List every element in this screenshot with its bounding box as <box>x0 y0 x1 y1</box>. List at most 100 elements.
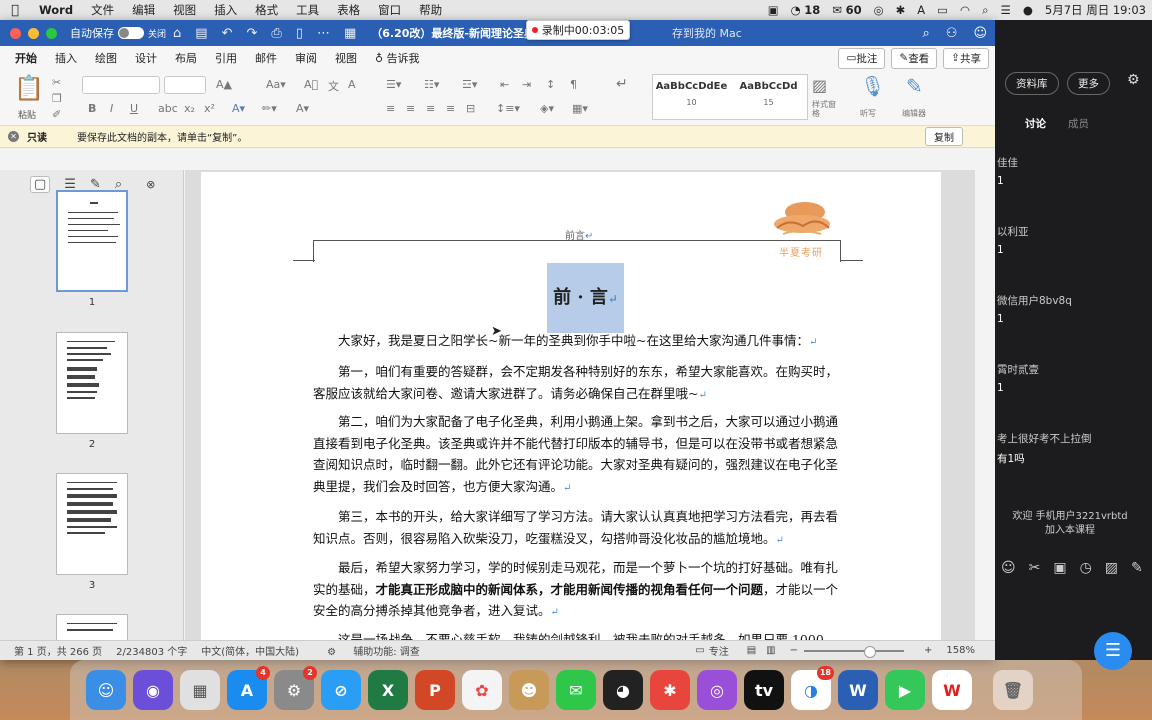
tab-design[interactable]: 设计 <box>126 47 166 69</box>
view-button[interactable]: ✎ 查看 <box>891 47 938 69</box>
bullets-icon[interactable]: ☰▾ <box>386 78 401 91</box>
shading-icon[interactable]: ◈▾ <box>540 102 554 115</box>
undo-icon[interactable]: ↶ <box>222 26 233 41</box>
maximize-window-button[interactable] <box>46 27 57 39</box>
input-method-icon[interactable]: A <box>911 3 931 17</box>
battery-icon[interactable]: ▭ <box>931 3 954 17</box>
close-infobar-icon[interactable]: ✕ <box>8 131 19 142</box>
contacts-icon[interactable]: ☻ <box>509 670 549 710</box>
distributed-icon[interactable]: ⊟ <box>466 102 475 115</box>
recording-indicator[interactable]: 录制中00:03:05 <box>526 20 630 40</box>
vpn-icon[interactable]: ◎ <box>868 3 890 17</box>
layout-print-icon[interactable]: ▤ <box>747 645 756 656</box>
word-count[interactable]: 2/234803 个字 <box>116 643 187 658</box>
multilevel-icon[interactable]: ☲▾ <box>462 78 477 91</box>
redo-icon[interactable]: ↷ <box>246 26 257 41</box>
system-settings-icon[interactable]: ⚙ 2 <box>274 666 317 710</box>
underline-icon[interactable]: U <box>130 102 138 115</box>
paragraph[interactable]: 第一，咱们有重要的答疑群，会不定期发各种特别好的东东，希望大家能喜欢。在购买时，… <box>313 361 843 406</box>
xmind-icon[interactable]: ✱ <box>650 670 690 710</box>
text-direction-icon[interactable]: ↵ <box>616 76 628 92</box>
clear-format-icon[interactable]: A⃠ <box>304 78 318 91</box>
tell-me[interactable]: ♁ 告诉我 <box>366 47 429 69</box>
print-icon[interactable]: ⎙ <box>271 26 281 41</box>
char-border-icon[interactable]: A <box>348 78 356 91</box>
decrease-indent-icon[interactable]: ⇤ <box>500 78 509 91</box>
focus-label[interactable]: 专注 <box>709 643 729 658</box>
tab-discussion[interactable]: 讨论 <box>1025 116 1046 131</box>
paragraph[interactable]: 第三，本书的开头，给大家详细写了学习方法。请大家认认真真地把学习方法看完，再去看… <box>313 506 843 551</box>
font-color-icon[interactable]: A▾ <box>296 102 309 115</box>
tab-draw[interactable]: 绘图 <box>86 47 126 69</box>
home-icon[interactable]: ⌂ <box>173 26 181 41</box>
finder-icon[interactable]: ☺ <box>86 670 126 710</box>
copy-button[interactable]: 复制 <box>925 127 963 146</box>
share-people-icon[interactable]: ⚇ <box>946 26 958 41</box>
control-center-icon[interactable]: ☰ <box>995 3 1017 17</box>
accessibility-status[interactable]: ⚙ 辅助功能: 调查 <box>313 643 420 658</box>
phonetic-icon[interactable]: 文 <box>328 78 339 94</box>
paragraph[interactable]: 这是一场战争，不要心慈手软，我铸的剑越锋利，被我击败的对手越多。如果只要 100… <box>313 629 843 640</box>
facetime-icon[interactable]: ▶ <box>885 670 925 710</box>
grow-font-icon[interactable]: A▲ <box>216 78 232 91</box>
line-spacing-icon[interactable]: ↕≡▾ <box>496 102 520 115</box>
change-case-icon[interactable]: Aa▾ <box>266 78 286 91</box>
new-doc-icon[interactable]: ▯ <box>296 26 303 41</box>
scissors-icon[interactable]: ✂ <box>1029 560 1041 576</box>
account-icon[interactable]: ☺ <box>973 26 987 41</box>
safari-icon[interactable]: ⊘ <box>321 670 361 710</box>
word-app-icon[interactable]: W <box>838 670 878 710</box>
cpu-icon[interactable]: ◔ 18 <box>785 3 827 17</box>
menu-table[interactable]: 表格 <box>328 2 369 18</box>
sort-icon[interactable]: ↕ <box>546 78 555 91</box>
language[interactable]: 中文(简体，中国大陆) <box>201 643 299 658</box>
emoji-icon[interactable]: ☺ <box>1001 560 1016 576</box>
tab-view[interactable]: 视图 <box>326 47 366 69</box>
align-left-icon[interactable]: ≡ <box>386 102 395 115</box>
wechat-icon[interactable]: ✉ 60 <box>826 3 867 17</box>
comments-button[interactable]: ▭ 批注 <box>838 47 886 69</box>
style-item[interactable]: AaBbCcDdEe 10 <box>653 75 730 119</box>
document-page[interactable]: 前言↵ 半夏考研 前 · 言↵ ➤ 大家好，我是夏日之阳学长~新一年的圣典到你手… <box>201 172 941 640</box>
zoom-out-icon[interactable]: − <box>790 645 798 656</box>
clock-icon[interactable]: ◷ <box>1080 560 1092 576</box>
paragraph[interactable]: 大家好，我是夏日之阳学长~新一年的圣典到你手中啦~在这里给大家沟通几件事情：↵ <box>313 330 843 354</box>
menu-tools[interactable]: 工具 <box>287 2 328 18</box>
copy-icon[interactable]: ❐ <box>52 92 62 105</box>
bold-icon[interactable]: B <box>88 102 96 115</box>
editor-icon[interactable]: ✎ <box>906 74 923 98</box>
layout-web-icon[interactable]: ▥ <box>766 645 775 656</box>
styles-gallery[interactable]: AaBbCcDdEe 10 AaBbCcDd 15 <box>652 74 808 120</box>
more-button[interactable]: 更多 <box>1067 72 1110 95</box>
siri-app-icon[interactable]: ◉ <box>133 670 173 710</box>
tab-home[interactable]: 开始 <box>6 47 46 72</box>
zoom-level[interactable]: 158% <box>946 645 975 656</box>
screenshot-icon[interactable]: ▨ <box>1105 560 1118 576</box>
style-item[interactable]: AaBbCcDd 15 <box>730 75 807 119</box>
text-effects-icon[interactable]: A▾ <box>232 102 245 115</box>
bluetooth-icon[interactable]: ✱ <box>890 3 912 17</box>
align-right-icon[interactable]: ≡ <box>426 102 435 115</box>
settings-icon[interactable]: ⚙ <box>1127 72 1140 88</box>
highlight-icon[interactable]: ✏▾ <box>262 102 277 115</box>
page-heading[interactable]: 前 · 言↵ <box>547 263 624 333</box>
format-painter-icon[interactable]: ✐ <box>52 108 61 121</box>
subscript-icon[interactable]: x₂ <box>184 102 195 115</box>
search-doc-icon[interactable]: ⌕ <box>923 26 930 41</box>
minimize-window-button[interactable] <box>28 27 39 39</box>
numbering-icon[interactable]: ☷▾ <box>424 78 439 91</box>
justify-icon[interactable]: ≡ <box>446 102 455 115</box>
superscript-icon[interactable]: x² <box>204 102 215 115</box>
excel-icon[interactable]: X <box>368 670 408 710</box>
increase-indent-icon[interactable]: ⇥ <box>522 78 531 91</box>
italic-icon[interactable]: I <box>110 102 113 115</box>
page-thumbnail[interactable] <box>56 190 128 292</box>
close-pane-icon[interactable]: ⊗ <box>146 178 155 191</box>
menu-insert[interactable]: 插入 <box>205 2 246 18</box>
paragraph[interactable]: 第二，咱们为大家配备了电子化圣典，利用小鹅通上架。拿到书之后，大家可以通过小鹅通… <box>313 411 843 499</box>
font-name-select[interactable] <box>82 76 160 94</box>
zoom-in-icon[interactable]: + <box>924 645 932 656</box>
styles-pane-icon[interactable]: ▨ <box>812 76 827 95</box>
page-thumbnail[interactable] <box>56 332 128 434</box>
menu-help[interactable]: 帮助 <box>410 2 451 18</box>
